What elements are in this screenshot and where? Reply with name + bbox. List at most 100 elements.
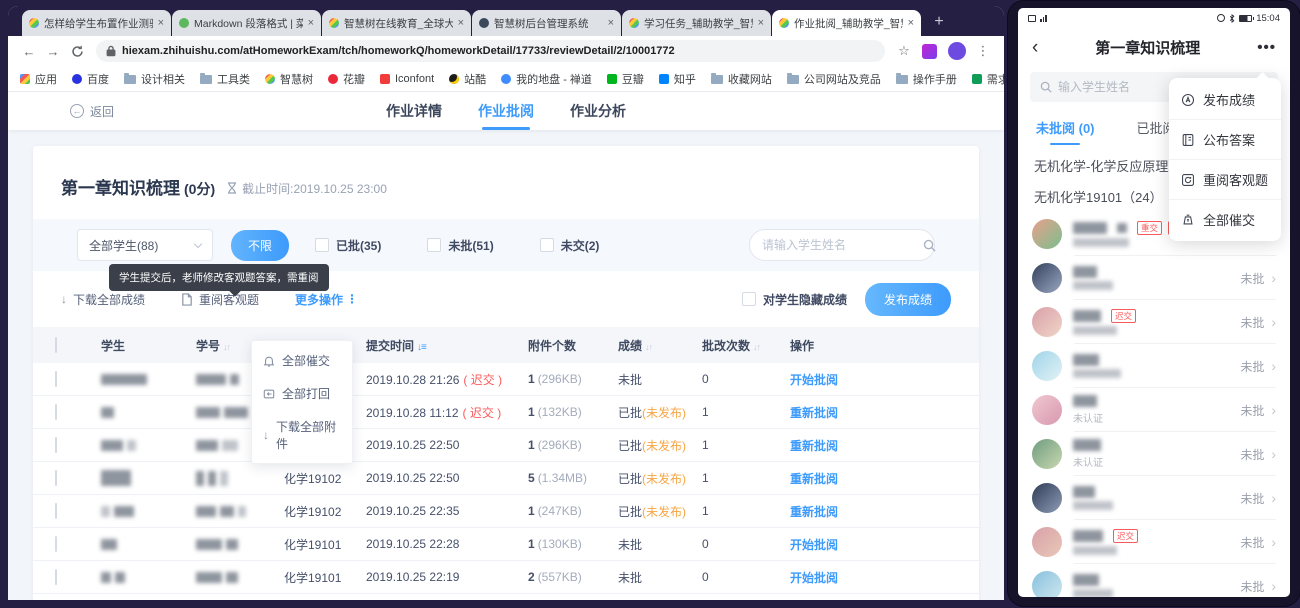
browser-tab[interactable]: 怎样给学生布置作业测验 - 在× xyxy=(22,10,171,36)
student-row[interactable]: 未批› xyxy=(1018,564,1290,597)
menu-urge-all[interactable]: 全部催交 xyxy=(252,344,352,377)
student-row[interactable]: 迟交 未批› xyxy=(1018,300,1290,344)
bookmark-folder-sites[interactable]: 收藏网站 xyxy=(711,71,772,87)
bookmark-douban[interactable]: 豆瓣 xyxy=(607,71,644,87)
sort-icons[interactable]: ↓↑ xyxy=(645,342,652,352)
review-action-link[interactable]: 重新批阅 xyxy=(790,404,979,421)
review-action-link[interactable]: 重新批阅 xyxy=(790,470,979,487)
sort-icons-active[interactable]: ↓≡ xyxy=(417,342,426,353)
row-checkbox[interactable] xyxy=(55,536,57,552)
bookmark-folder-company[interactable]: 公司网站及竞品 xyxy=(787,71,881,87)
review-action-link[interactable]: 开始批阅 xyxy=(790,569,979,586)
browser-tab[interactable]: 学习任务_辅助教学_智慧树网× xyxy=(622,10,771,36)
redacted-subtitle xyxy=(1073,369,1121,378)
hide-scores-checkbox[interactable]: 对学生隐藏成绩 xyxy=(742,291,847,308)
row-checkbox[interactable] xyxy=(55,404,57,420)
sort-icons[interactable]: ↓↑ xyxy=(223,342,230,352)
bookmark-sheet[interactable]: 需求评审计划表 xyxy=(972,71,1004,87)
profile-avatar[interactable] xyxy=(948,42,966,60)
browser-tab[interactable]: Markdown 段落格式 | 菜鸟教× xyxy=(172,10,321,36)
browser-menu-icon[interactable]: ⋮ xyxy=(972,40,994,62)
row-checkbox[interactable] xyxy=(55,503,57,519)
bookmark-iconfont[interactable]: Iconfont xyxy=(380,73,434,85)
review-objective-button[interactable]: 重阅客观题 xyxy=(181,291,259,308)
extension-icon[interactable] xyxy=(922,44,937,59)
student-row[interactable]: 未批› xyxy=(1018,344,1290,388)
checkbox-icon[interactable] xyxy=(540,238,554,252)
bookmark-folder-design[interactable]: 设计相关 xyxy=(124,71,185,87)
bookmark-huaban[interactable]: 花瓣 xyxy=(328,71,365,87)
table-row[interactable]: 化学19101 2019.10.25 22:28 1(130KB) 未批 0 开… xyxy=(33,528,979,561)
checkbox-icon[interactable] xyxy=(427,238,441,252)
reload-icon[interactable] xyxy=(66,40,88,62)
new-tab-button[interactable]: + xyxy=(926,10,952,34)
tab-close-icon[interactable]: × xyxy=(458,17,464,29)
tab-close-icon[interactable]: × xyxy=(908,17,914,29)
student-row[interactable]: 未批› xyxy=(1018,476,1290,520)
back-icon[interactable]: ← xyxy=(18,40,40,62)
table-row[interactable]: 化学19102 2019.10.25 22:50 5(1.34MB) 已批(未发… xyxy=(33,462,979,495)
bookmark-zhihu[interactable]: 知乎 xyxy=(659,71,696,87)
tab-close-icon[interactable]: × xyxy=(158,17,164,29)
checkbox-icon[interactable] xyxy=(315,238,329,252)
return-button[interactable]: ←返回 xyxy=(70,103,114,120)
row-checkbox[interactable] xyxy=(55,470,57,486)
table-row[interactable]: 化学19102 2019.10.25 22:50 1(296KB) 已批(未发布… xyxy=(33,429,979,462)
tab-homework-detail[interactable]: 作业详情 xyxy=(386,92,442,130)
forward-icon[interactable]: → xyxy=(42,40,64,62)
tab-close-icon[interactable]: × xyxy=(308,17,314,29)
filter-all-button[interactable]: 不限 xyxy=(231,230,289,261)
browser-tab[interactable]: 智慧树后台管理系统× xyxy=(472,10,621,36)
checkbox-icon[interactable] xyxy=(742,292,756,306)
publish-scores-button[interactable]: 发布成绩 xyxy=(865,283,951,316)
browser-tab-active[interactable]: 作业批阅_辅助教学_智慧树网× xyxy=(772,10,921,36)
table-row[interactable]: 化学19102 2019.10.25 22:35 1(247KB) 已批(未发布… xyxy=(33,495,979,528)
bookmark-folder-manual[interactable]: 操作手册 xyxy=(896,71,957,87)
filter-unreviewed-checkbox[interactable]: 未批(51) xyxy=(427,237,493,254)
bookmark-zhihuishu[interactable]: 智慧树 xyxy=(265,71,313,87)
tab-unreviewed[interactable]: 未批阅 (0) xyxy=(1036,118,1095,137)
more-actions-button[interactable]: 更多操作⋮ xyxy=(295,291,358,308)
review-action-link[interactable]: 重新批阅 xyxy=(790,437,979,454)
menu-urge-all[interactable]: 全部催交 xyxy=(1169,200,1281,239)
sort-icons[interactable]: ↓↑ xyxy=(753,342,760,352)
student-row[interactable]: 未批› xyxy=(1018,256,1290,300)
tab-close-icon[interactable]: × xyxy=(608,17,614,29)
menu-return-all[interactable]: 全部打回 xyxy=(252,377,352,410)
bookmark-baidu[interactable]: 百度 xyxy=(72,71,109,87)
table-row[interactable]: 2019.10.28 21:26( 迟交 ) 1(296KB) 未批 0 开始批… xyxy=(33,363,979,396)
address-bar[interactable]: hiexam.zhihuishu.com/atHomeworkExam/tch/… xyxy=(96,40,885,62)
row-checkbox[interactable] xyxy=(55,437,57,453)
download-all-scores-button[interactable]: ↓下载全部成绩 xyxy=(61,291,145,308)
browser-tab[interactable]: 智慧树在线教育_全球大型的× xyxy=(322,10,471,36)
bookmark-zentao[interactable]: 我的地盘 - 禅道 xyxy=(501,71,592,87)
student-search-input[interactable] xyxy=(762,238,917,252)
student-filter-select[interactable]: 全部学生(88) xyxy=(77,229,213,261)
bookmark-star-icon[interactable]: ☆ xyxy=(893,40,915,62)
student-row[interactable]: 未认证 未批› xyxy=(1018,432,1290,476)
tab-close-icon[interactable]: × xyxy=(758,17,764,29)
bookmark-folder-tools[interactable]: 工具类 xyxy=(200,71,250,87)
filter-unsubmitted-checkbox[interactable]: 未交(2) xyxy=(540,237,600,254)
menu-download-attachments[interactable]: ↓ 下载全部附件 xyxy=(252,410,352,460)
mobile-more-menu-icon[interactable]: ••• xyxy=(1257,39,1276,56)
row-checkbox[interactable] xyxy=(55,371,57,387)
student-search[interactable] xyxy=(749,229,935,261)
table-row[interactable]: 化学19101 2019.10.28 11:12( 迟交 ) 1(132KB) … xyxy=(33,396,979,429)
tab-homework-analysis[interactable]: 作业分析 xyxy=(570,92,626,130)
review-action-link[interactable]: 重新批阅 xyxy=(790,503,979,520)
review-action-link[interactable]: 开始批阅 xyxy=(790,371,979,388)
review-action-link[interactable]: 开始批阅 xyxy=(790,536,979,553)
tab-homework-review[interactable]: 作业批阅 xyxy=(478,92,534,130)
student-row[interactable]: 未认证 未批› xyxy=(1018,388,1290,432)
menu-publish-scores[interactable]: 发布成绩 xyxy=(1169,80,1281,120)
filter-reviewed-checkbox[interactable]: 已批(35) xyxy=(315,237,381,254)
menu-publish-answers[interactable]: 公布答案 xyxy=(1169,120,1281,160)
bookmark-zcool[interactable]: 站酷 xyxy=(449,71,486,87)
table-row[interactable]: 化学19101 2019.10.25 22:19 2(557KB) 未批 0 开… xyxy=(33,561,979,594)
student-row[interactable]: 迟交 未批› xyxy=(1018,520,1290,564)
menu-review-objective[interactable]: 重阅客观题 xyxy=(1169,160,1281,200)
select-all-checkbox[interactable] xyxy=(55,337,57,353)
row-checkbox[interactable] xyxy=(55,569,57,585)
bookmark-apps[interactable]: 应用 xyxy=(20,71,57,87)
